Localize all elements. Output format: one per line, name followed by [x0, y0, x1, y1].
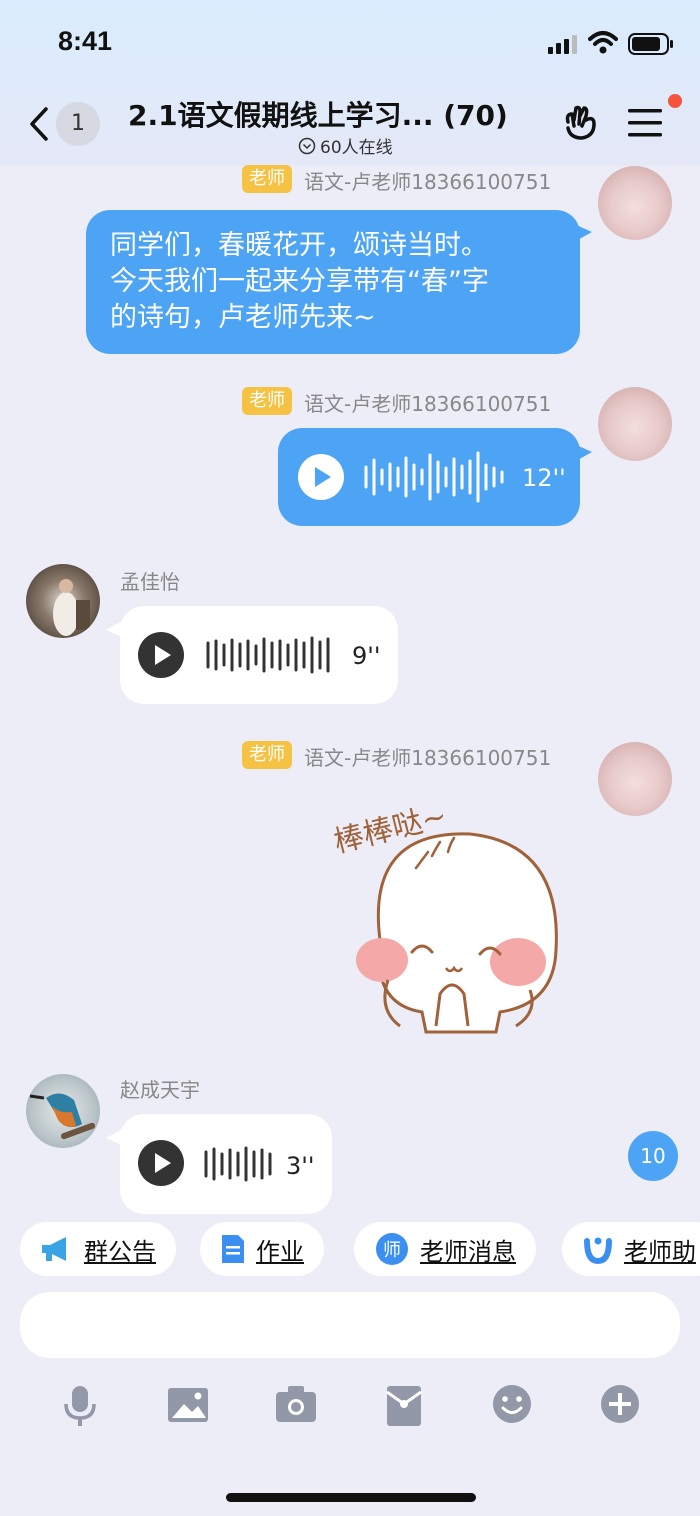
- kingfisher-photo: [29, 1093, 96, 1140]
- student-avatar[interactable]: [26, 1074, 100, 1148]
- sender-name: 语文-卢老师18366100751: [304, 392, 552, 416]
- student-avatar[interactable]: [26, 564, 100, 638]
- play-icon[interactable]: [138, 632, 184, 678]
- image-icon[interactable]: [166, 1384, 210, 1424]
- waveform-icon: [364, 451, 504, 503]
- camera-icon[interactable]: [274, 1384, 318, 1424]
- assistant-icon: [584, 1237, 612, 1265]
- cellular-signal-icon: [548, 35, 577, 54]
- chevron-down-circle-icon: [298, 137, 316, 154]
- message-line: 同学们，春暖花开，颂诗当时。: [110, 230, 488, 261]
- status-time: 8:41: [58, 26, 113, 56]
- online-status: 60人在线: [298, 133, 393, 158]
- plus-icon[interactable]: [600, 1384, 640, 1424]
- teacher-tag: 老师: [242, 741, 292, 769]
- sender-name: 语文-卢老师18366100751: [304, 170, 552, 194]
- homework-button[interactable]: 作业: [200, 1222, 324, 1276]
- online-count: 60人在线: [320, 138, 393, 158]
- sender-name: 赵成天宇: [120, 1078, 200, 1102]
- teacher-messages-button[interactable]: 师 老师消息: [354, 1222, 536, 1276]
- home-indicator: [226, 1493, 476, 1502]
- sticker-message[interactable]: 棒棒哒~: [330, 790, 570, 1044]
- chat-title: 2.1语文假期线上学习... (70): [128, 99, 508, 132]
- voice-duration: 9'': [352, 642, 381, 670]
- waveform-icon: [204, 1146, 272, 1182]
- status-bar: 8:41: [0, 0, 700, 90]
- unread-count-badge[interactable]: 1: [56, 102, 100, 146]
- chip-label: 老师助: [624, 1237, 696, 1266]
- voice-duration: 12'': [522, 464, 566, 492]
- teacher-tag: 老师: [242, 387, 292, 415]
- bubble-tail: [106, 1128, 124, 1146]
- voice-message-bubble[interactable]: 3'': [120, 1114, 332, 1214]
- group-announcement-button[interactable]: 群公告: [20, 1222, 176, 1276]
- new-messages-badge[interactable]: 10: [628, 1131, 678, 1181]
- quick-actions-bar: 群公告 作业 师 老师消息 老师助: [0, 1222, 700, 1278]
- chip-label: 作业: [256, 1237, 304, 1266]
- bubble-tail: [574, 444, 592, 462]
- svg-text:师: 师: [383, 1240, 401, 1261]
- microphone-icon[interactable]: [62, 1384, 98, 1428]
- emoji-icon[interactable]: [492, 1384, 532, 1424]
- bubble-tail: [106, 620, 124, 638]
- menu-icon[interactable]: [628, 106, 664, 140]
- red-packet-icon[interactable]: [384, 1384, 424, 1428]
- teacher-tag: 老师: [242, 165, 292, 193]
- girl-photo: [53, 579, 90, 636]
- battery-icon: [628, 33, 673, 55]
- teacher-assistant-button[interactable]: 老师助: [562, 1222, 700, 1276]
- voice-message-bubble[interactable]: 12'': [278, 428, 580, 526]
- waveform-icon: [206, 636, 330, 674]
- back-arrow-icon[interactable]: [28, 106, 50, 142]
- teacher-avatar[interactable]: [598, 166, 672, 240]
- voice-message-bubble[interactable]: 9'': [120, 606, 398, 704]
- teacher-avatar[interactable]: [598, 742, 672, 816]
- megaphone-icon: [42, 1237, 66, 1261]
- hand-gesture-icon[interactable]: [560, 102, 604, 146]
- teacher-avatar[interactable]: [598, 387, 672, 461]
- wifi-icon: [588, 31, 618, 54]
- voice-duration: 3'': [286, 1152, 315, 1180]
- document-icon: [222, 1235, 244, 1263]
- message-line: 今天我们一起来分享带有“春”字: [110, 266, 489, 297]
- message-input[interactable]: [20, 1292, 680, 1358]
- message-line: 的诗句，卢老师先来~: [110, 302, 376, 333]
- play-icon[interactable]: [138, 1140, 184, 1186]
- teacher-icon: 师: [376, 1233, 408, 1265]
- notification-dot: [668, 94, 682, 108]
- text-message-bubble[interactable]: 同学们，春暖花开，颂诗当时。 今天我们一起来分享带有“春”字 的诗句，卢老师先来…: [86, 210, 580, 354]
- chip-label: 群公告: [84, 1237, 156, 1266]
- bubble-tail: [574, 224, 592, 242]
- sender-name: 语文-卢老师18366100751: [304, 746, 552, 770]
- chip-label: 老师消息: [420, 1237, 516, 1266]
- sender-name: 孟佳怡: [120, 570, 180, 594]
- play-icon[interactable]: [298, 454, 344, 500]
